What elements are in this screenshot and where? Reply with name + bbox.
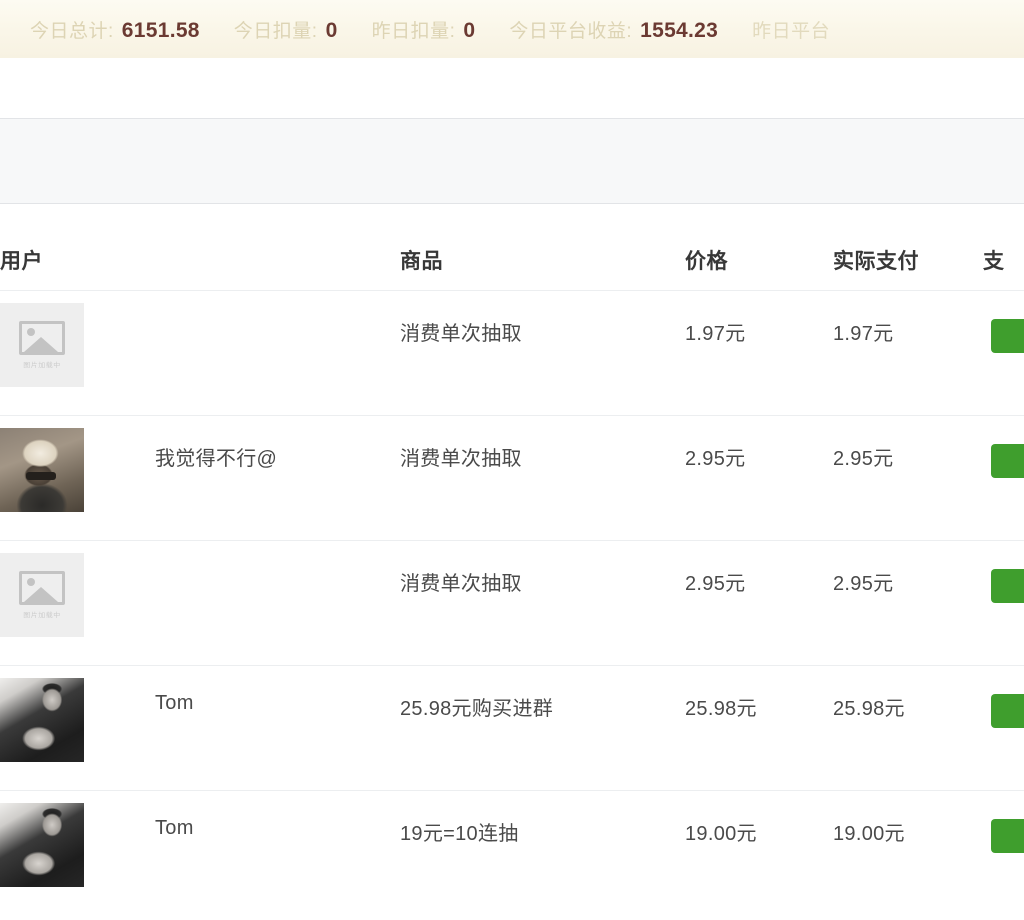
actual-payment: 25.98元 <box>833 698 905 720</box>
product-price: 2.95元 <box>685 448 746 470</box>
actual-payment: 19.00元 <box>833 823 905 845</box>
payment-status-cell <box>983 428 1024 478</box>
status-badge[interactable] <box>991 569 1024 603</box>
user-nickname <box>150 553 400 567</box>
table-header-row: 用户 商品 价格 实际支付 支 <box>0 229 1024 291</box>
avatar <box>0 428 84 512</box>
product-name: 消费单次抽取 <box>400 573 522 595</box>
column-header-price: 价格 <box>685 249 728 273</box>
stat-value: 0 <box>325 18 338 42</box>
table-row[interactable]: Tom 19元=10连抽 19.00元 19.00元 <box>0 791 1024 916</box>
status-badge[interactable] <box>991 819 1024 853</box>
avatar: 图片加载中 <box>0 303 84 387</box>
stat-label: 今日平台收益: <box>509 20 633 42</box>
user-photo <box>0 678 84 762</box>
stat-value: 1554.23 <box>640 18 719 42</box>
actual-payment: 2.95元 <box>833 573 894 595</box>
column-header-product: 商品 <box>400 249 443 273</box>
user-avatar-cell: 图片加载中 <box>0 553 150 637</box>
stat-label: 昨日平台 <box>752 20 831 42</box>
sunglasses-detail <box>26 472 56 480</box>
stats-summary-bar: 今日总计: 6151.58 今日扣量: 0 昨日扣量: 0 今日平台收益: 15… <box>0 0 1024 58</box>
user-nickname <box>150 303 400 317</box>
orders-table: 用户 商品 价格 实际支付 支 图片加载中 消费单次抽取 1.97元 1.97元 <box>0 229 1024 916</box>
product-price: 19.00元 <box>685 823 757 845</box>
status-badge[interactable] <box>991 694 1024 728</box>
content-spacer-bottom <box>0 204 1024 229</box>
stat-value: 0 <box>463 18 476 42</box>
table-row[interactable]: 图片加载中 消费单次抽取 2.95元 2.95元 <box>0 541 1024 666</box>
product-price: 1.97元 <box>685 323 746 345</box>
user-photo <box>0 803 84 887</box>
product-name: 消费单次抽取 <box>400 448 522 470</box>
filter-toolbar-panel[interactable] <box>0 118 1024 204</box>
product-name: 19元=10连抽 <box>400 823 519 845</box>
avatar-placeholder-label: 图片加载中 <box>23 361 61 369</box>
stat-label: 今日扣量: <box>233 20 318 42</box>
stat-label: 昨日扣量: <box>371 20 456 42</box>
stat-today-total: 今日总计: 6151.58 <box>30 16 200 43</box>
product-name: 消费单次抽取 <box>400 323 522 345</box>
user-avatar-cell: 图片加载中 <box>0 303 150 387</box>
payment-status-cell <box>983 803 1024 853</box>
column-header-user: 用户 <box>0 249 43 273</box>
broken-image-icon: 图片加载中 <box>0 553 84 637</box>
broken-image-icon: 图片加载中 <box>0 303 84 387</box>
avatar-placeholder-label: 图片加载中 <box>23 611 61 619</box>
table-row[interactable]: 图片加载中 消费单次抽取 1.97元 1.97元 <box>0 291 1024 416</box>
avatar <box>0 678 84 762</box>
table-row[interactable]: Tom 25.98元购买进群 25.98元 25.98元 <box>0 666 1024 791</box>
stat-today-deduction: 今日扣量: 0 <box>234 16 338 43</box>
stat-yesterday-deduction: 昨日扣量: 0 <box>372 16 476 43</box>
status-badge[interactable] <box>991 444 1024 478</box>
actual-payment: 2.95元 <box>833 448 894 470</box>
user-nickname: Tom <box>155 817 194 839</box>
user-avatar-cell <box>0 803 150 887</box>
table-row[interactable]: 我觉得不行@ 消费单次抽取 2.95元 2.95元 <box>0 416 1024 541</box>
user-avatar-cell <box>0 678 150 762</box>
stat-today-platform-revenue: 今日平台收益: 1554.23 <box>509 16 718 43</box>
user-nickname: 我觉得不行@ <box>155 448 278 470</box>
column-header-actual-payment: 实际支付 <box>833 249 919 273</box>
content-spacer-top <box>0 58 1024 118</box>
user-nickname: Tom <box>155 692 194 714</box>
column-header-payment-status: 支 <box>983 249 1005 273</box>
payment-status-cell <box>983 678 1024 728</box>
user-photo <box>0 428 84 512</box>
user-avatar-cell <box>0 428 150 512</box>
stat-value: 6151.58 <box>121 18 200 42</box>
payment-status-cell <box>983 303 1024 353</box>
actual-payment: 1.97元 <box>833 323 894 345</box>
avatar: 图片加载中 <box>0 553 84 637</box>
product-price: 2.95元 <box>685 573 746 595</box>
status-badge[interactable] <box>991 319 1024 353</box>
stat-yesterday-platform-revenue: 昨日平台 <box>752 16 830 43</box>
avatar <box>0 803 84 887</box>
product-name: 25.98元购买进群 <box>400 698 554 720</box>
payment-status-cell <box>983 553 1024 603</box>
product-price: 25.98元 <box>685 698 757 720</box>
image-placeholder-icon <box>19 320 65 355</box>
image-placeholder-icon <box>19 570 65 605</box>
stat-label: 今日总计: <box>30 20 114 42</box>
